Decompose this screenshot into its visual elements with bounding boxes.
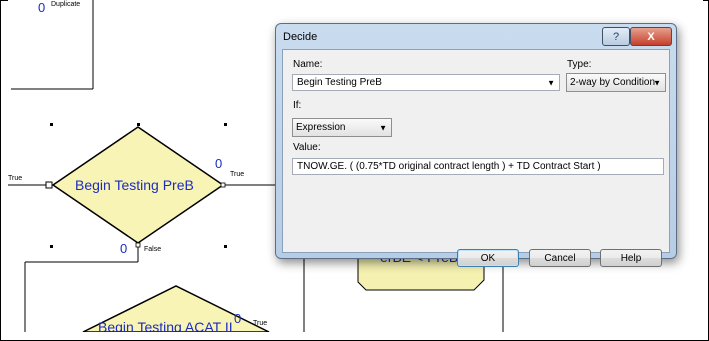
- decide2-name: Begin Testing ACAT II: [98, 319, 233, 332]
- decide1-false-exit-point[interactable]: [135, 242, 141, 248]
- top-module-label: Duplicate: [51, 1, 80, 8]
- decide-dialog: Decide ? X Name: Begin Testing PreB ▼ Ty…: [275, 23, 677, 267]
- cancel-button[interactable]: Cancel: [529, 249, 591, 267]
- help-button[interactable]: Help: [600, 249, 662, 267]
- decide1-true-label: True: [230, 171, 244, 178]
- question-icon: ?: [612, 30, 620, 43]
- type-select[interactable]: 2-way by Condition ▼: [566, 73, 666, 92]
- name-combo[interactable]: Begin Testing PreB ▼: [292, 74, 560, 91]
- decide1-true-count: 0: [215, 156, 222, 171]
- decide1-false-count: 0: [120, 241, 127, 256]
- selection-handle[interactable]: [50, 123, 53, 126]
- selection-handle[interactable]: [137, 123, 140, 126]
- ok-button[interactable]: OK: [457, 249, 519, 267]
- name-value: Begin Testing PreB: [297, 77, 382, 88]
- if-select[interactable]: Expression ▼: [292, 118, 392, 137]
- value-input[interactable]: TNOW.GE. ( (0.75*TD original contract le…: [292, 158, 664, 175]
- if-label: If:: [293, 100, 302, 111]
- decide1-name: Begin Testing PreB: [75, 177, 194, 193]
- selection-handle[interactable]: [224, 123, 227, 126]
- decide1-entry-point[interactable]: [45, 181, 53, 189]
- if-value: Expression: [296, 122, 346, 133]
- decide1-false-label: False: [144, 246, 161, 253]
- decide2-true-label: True: [253, 320, 267, 327]
- type-value: 2-way by Condition: [570, 77, 656, 88]
- chevron-down-icon[interactable]: ▼: [547, 78, 555, 87]
- chevron-down-icon[interactable]: ▼: [653, 78, 661, 87]
- close-button[interactable]: X: [630, 27, 672, 46]
- dialog-title: Decide: [283, 31, 318, 43]
- selection-handle[interactable]: [50, 245, 53, 248]
- help-title-button[interactable]: ?: [602, 27, 630, 46]
- name-label: Name:: [293, 59, 323, 70]
- decide1-true-exit-point[interactable]: [220, 182, 226, 188]
- top-module-count: 0: [38, 0, 45, 15]
- selection-handle[interactable]: [224, 245, 227, 248]
- decide2-true-count: 0: [234, 311, 241, 326]
- value-label: Value:: [293, 142, 321, 153]
- value-text: TNOW.GE. ( (0.75*TD original contract le…: [297, 161, 601, 172]
- close-icon: X: [647, 30, 655, 43]
- type-label: Type:: [567, 59, 592, 70]
- chevron-down-icon[interactable]: ▼: [379, 123, 387, 132]
- dialog-client-area: Name: Begin Testing PreB ▼ Type: 2-way b…: [282, 49, 670, 267]
- incoming-true-label: True: [8, 175, 22, 182]
